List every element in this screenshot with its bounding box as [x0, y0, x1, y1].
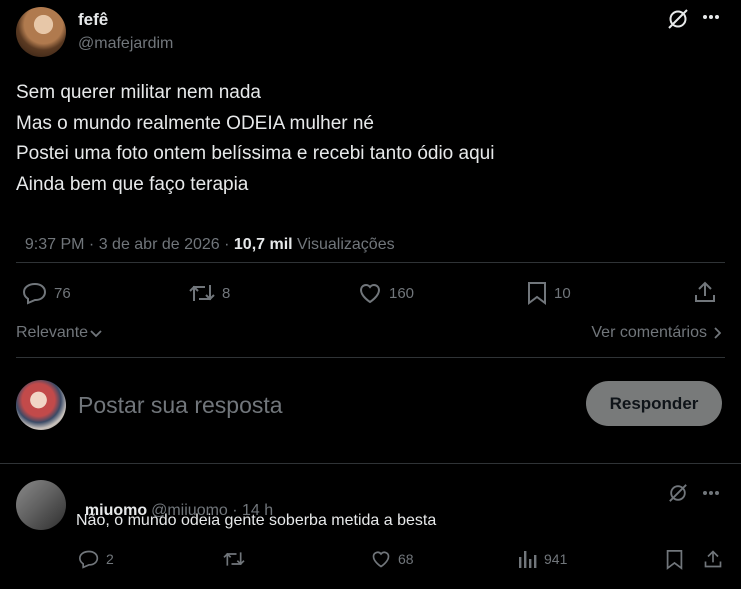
more-options-icon[interactable]	[702, 490, 720, 496]
share-icon[interactable]	[703, 549, 723, 569]
repost-count: 8	[222, 284, 231, 302]
author-name[interactable]: fefê	[78, 10, 108, 30]
sort-dropdown[interactable]: Relevante	[16, 324, 102, 342]
views-label: Visualizações	[292, 236, 395, 253]
views-count: 10,7 mil	[233, 236, 293, 253]
reply-like-count: 68	[398, 551, 414, 567]
repost-icon	[188, 281, 216, 305]
reply-reply-button[interactable]: 2	[78, 549, 114, 569]
tweet-text: Sem querer militar nem nada Mas o mundo …	[16, 78, 494, 200]
reply-submit-label: Responder	[609, 393, 699, 413]
tweet-text-line: Postei uma foto ontem belíssima e recebi…	[16, 143, 495, 164]
reply-input[interactable]	[78, 388, 558, 422]
tweet-text-line: Ainda bem que faço terapia	[16, 173, 249, 195]
tweet-meta: 9:37 PM · 3 de abr de 2026 · 10,7 mil Vi…	[16, 218, 395, 254]
reply-views-button[interactable]: 941	[518, 549, 567, 569]
heart-icon	[357, 281, 383, 305]
tweet-text-line: Mas o mundo realmente ODEIA mulher né	[16, 112, 375, 134]
tweet-text-line: Sem querer militar nem nada	[16, 82, 261, 103]
bookmark-icon[interactable]	[665, 549, 684, 570]
reply-reply-count: 2	[106, 551, 114, 567]
chevron-right-icon	[713, 327, 721, 339]
divider	[0, 463, 741, 464]
heart-icon	[370, 549, 392, 569]
author-avatar[interactable]	[16, 7, 66, 57]
reply-button[interactable]: 76	[22, 281, 71, 305]
reply-like-button[interactable]: 68	[370, 549, 414, 569]
divider	[16, 262, 725, 263]
like-button[interactable]: 160	[357, 281, 414, 305]
reply-author-avatar[interactable]	[16, 480, 66, 530]
author-handle[interactable]: @mafejardim	[78, 35, 173, 53]
user-avatar[interactable]	[16, 380, 66, 430]
analytics-icon	[518, 549, 538, 569]
reply-icon	[22, 281, 48, 305]
reply-count: 76	[54, 284, 71, 302]
reply-submit-button[interactable]: Responder	[586, 381, 722, 426]
bookmark-button[interactable]: 10	[526, 281, 571, 305]
more-options-icon[interactable]	[702, 14, 720, 20]
view-comments-label: Ver comentários	[591, 324, 707, 341]
reply-icon	[78, 549, 100, 569]
chevron-down-icon	[90, 328, 102, 338]
view-comments-link[interactable]: Ver comentários	[591, 324, 721, 342]
sort-label: Relevante	[16, 324, 89, 341]
divider	[16, 357, 725, 358]
share-icon[interactable]	[693, 280, 717, 304]
like-count: 160	[389, 284, 415, 302]
reply-repost-button[interactable]	[222, 549, 252, 569]
grok-icon[interactable]	[668, 483, 688, 503]
reply-views-count: 941	[544, 551, 568, 567]
bookmark-icon	[526, 281, 548, 305]
bookmark-count: 10	[554, 284, 571, 302]
repost-icon	[222, 549, 246, 569]
tweet-timestamp[interactable]: 9:37 PM · 3 de abr de 2026 ·	[25, 236, 234, 253]
reply-text: Não, o mundo odeia gente soberba metida …	[76, 512, 437, 529]
repost-button[interactable]: 8	[188, 281, 230, 305]
grok-icon[interactable]	[667, 8, 689, 30]
